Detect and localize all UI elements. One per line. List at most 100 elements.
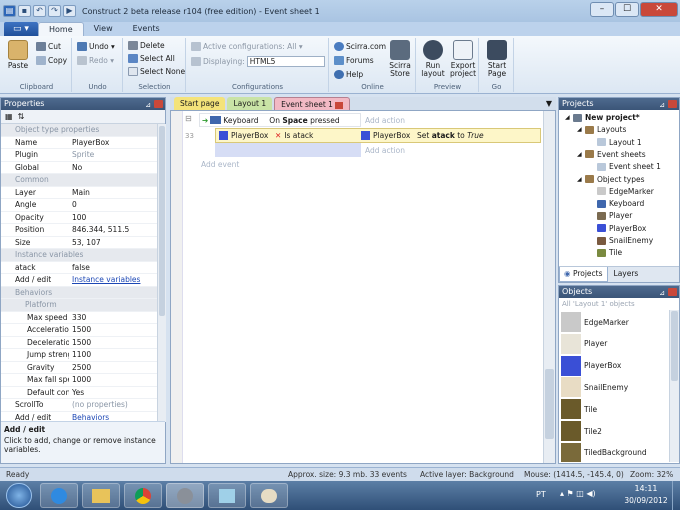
property-row[interactable]: Global No [1,162,165,174]
file-menu-button[interactable]: ▭ ▾ [4,22,38,36]
property-row[interactable]: Max speed 330 [1,312,165,324]
language-indicator[interactable]: PT [536,490,546,499]
help-link[interactable]: Help [334,70,363,79]
tab-projects[interactable]: ◉ Projects [559,267,608,282]
property-row[interactable]: Layer Main [1,187,165,199]
object-list-item[interactable]: TiledBackground [561,442,647,462]
object-list-item[interactable]: EdgeMarker [561,312,629,332]
project-tree-item[interactable]: Keyboard [589,199,644,208]
properties-scroll-thumb[interactable] [159,126,165,316]
select-all-button[interactable]: Select All [128,54,175,63]
event-action-set-atack[interactable]: PlayerBox Set atack to True [361,129,539,142]
tray-icons[interactable]: ▴ ⚑ ◫ ◀) [560,489,596,498]
close-icon[interactable] [668,100,677,108]
property-row[interactable]: Opacity 100 [1,212,165,224]
start-page-button[interactable]: Start Page [482,40,512,78]
explorer-taskbar-icon[interactable] [82,483,120,508]
redo-quick-icon[interactable]: ↷ [48,5,61,17]
project-tree-item[interactable]: Player [589,211,632,220]
copy-button[interactable]: Copy [36,56,67,65]
redo-button[interactable]: Redo ▾ [77,56,114,65]
clock-time[interactable]: 14:11 [628,484,664,493]
property-category[interactable]: Common [1,174,165,187]
run-quick-icon[interactable]: ▶ [63,5,76,17]
objects-scroll-thumb[interactable] [671,311,678,381]
run-layout-button[interactable]: Run layout [419,40,447,78]
tab-event-sheet-1[interactable]: Event sheet 1 [274,97,351,110]
property-row[interactable]: Position 846.344, 511.5 [1,224,165,237]
construct2-taskbar-icon[interactable] [166,483,204,508]
property-row[interactable]: Size 53, 107 [1,237,165,249]
tab-view[interactable]: View [84,22,123,36]
close-icon[interactable] [668,288,677,296]
clock-date[interactable]: 30/09/2012 [624,496,668,505]
project-tree-item[interactable]: ◢ New project* [565,113,640,122]
property-category[interactable]: Object type properties [1,124,165,137]
project-tree-item[interactable]: ◢ Event sheets [577,150,646,159]
close-button[interactable]: ✕ [640,2,678,17]
tab-home[interactable]: Home [38,22,84,36]
minimize-button[interactable]: – [590,2,614,17]
object-list-item[interactable]: Tile [561,399,597,420]
object-list-item[interactable]: SnailEnemy [561,377,628,398]
expand-arrow-icon[interactable]: ◢ [577,126,583,133]
save-quick-icon[interactable]: ▪ [18,5,31,17]
add-event-link[interactable]: Add event [201,160,239,169]
ie-taskbar-icon[interactable] [40,483,78,508]
property-category[interactable]: Behaviors [1,286,165,299]
property-row[interactable]: Gravity 2500 [1,362,165,374]
tab-layout-1[interactable]: Layout 1 [227,97,273,110]
expand-arrow-icon[interactable]: ◢ [577,151,583,158]
active-configurations-button[interactable]: Active configurations: All ▾ [191,42,303,51]
app-taskbar-icon[interactable] [208,483,246,508]
object-list-item[interactable]: Player [561,333,607,354]
property-row[interactable]: atack false [1,262,165,274]
property-row[interactable]: Deceleration1500 [1,337,165,349]
project-tree-item[interactable]: ◢ Layouts [577,125,626,134]
cut-button[interactable]: Cut [36,42,61,51]
collapse-icon[interactable]: ⊟ [185,114,192,123]
event-sheet-scrollbar[interactable] [543,111,555,463]
tab-layers[interactable]: Layers [608,267,645,282]
undo-button[interactable]: Undo ▾ [77,42,115,51]
property-row[interactable]: Name PlayerBox [1,137,165,149]
property-row[interactable]: Jump strength1100 [1,349,165,362]
object-list-item[interactable]: Tile2 [561,421,602,441]
project-tree-item[interactable]: Layout 1 [589,138,642,147]
property-row[interactable]: Angle 0 [1,199,165,212]
chrome-taskbar-icon[interactable] [124,483,162,508]
property-row[interactable]: Default contr...Yes [1,387,165,399]
paint-taskbar-icon[interactable] [250,483,288,508]
maximize-button[interactable]: ☐ [615,2,639,17]
property-row[interactable]: Acceleration 1500 [1,324,165,337]
property-link[interactable]: Instance variables [69,274,165,286]
pin-icon[interactable]: ⊿ [145,99,151,111]
sort-az-icon[interactable]: ⇅ [18,112,25,121]
event-condition-playerbox[interactable]: PlayerBox ✕ Is atack [219,129,357,142]
project-tree-item[interactable]: PlayerBox [589,224,646,233]
displaying-select[interactable]: HTML5 [246,56,325,67]
app-icon[interactable]: ▤ [3,5,16,17]
event-sheet-scroll-thumb[interactable] [545,369,554,439]
paste-button[interactable]: Paste [6,40,30,70]
property-category[interactable]: Platform [1,299,165,312]
empty-condition-slot[interactable] [215,143,361,157]
project-tree-item[interactable]: SnailEnemy [589,236,653,245]
tab-start-page[interactable]: Start page [174,97,226,110]
undo-quick-icon[interactable]: ↶ [33,5,46,17]
forums-link[interactable]: Forums [334,56,374,65]
tab-close-icon[interactable] [335,101,344,109]
select-none-button[interactable]: Select None [128,67,185,76]
property-row[interactable]: Plugin Sprite [1,149,165,162]
delete-button[interactable]: Delete [128,41,165,50]
scirra-store-button[interactable]: Scirra Store [386,40,414,78]
add-action-link-1[interactable]: Add action [361,113,541,127]
project-tree-item[interactable]: Tile [589,248,622,257]
export-project-button[interactable]: Export project [448,40,478,78]
property-row[interactable]: ScrollTo (no properties) [1,399,165,412]
objects-filter[interactable]: All 'Layout 1' objects [559,298,679,310]
pin-icon[interactable]: ⊿ [659,287,665,299]
property-row[interactable]: Max fall speed1000 [1,374,165,387]
expand-arrow-icon[interactable]: ◢ [577,176,583,183]
project-tree-item[interactable]: ◢ Object types [577,175,644,184]
